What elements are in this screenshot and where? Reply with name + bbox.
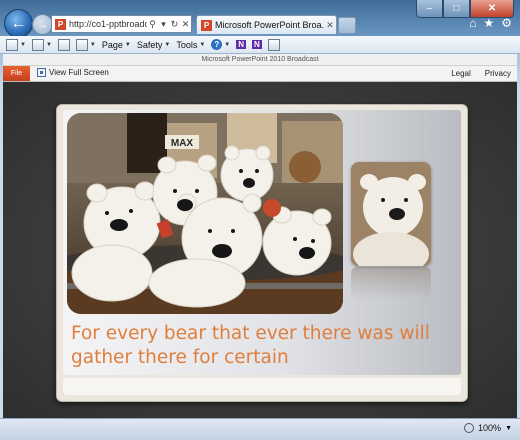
chevron-down-icon: ▼ xyxy=(124,41,131,48)
maximize-button[interactable]: □ xyxy=(443,0,470,18)
stop-icon[interactable]: ✕ xyxy=(180,19,191,30)
onenote-linked-icon: N xyxy=(252,40,262,49)
help-icon: ? xyxy=(211,39,223,50)
address-bar[interactable]: P http://co1-pptbroadca... ⚲ ▾ ↻ ✕ xyxy=(51,15,192,33)
powerpoint-favicon-icon: P xyxy=(201,19,212,31)
safety-menu[interactable]: Safety ▼ xyxy=(137,40,170,50)
research-button[interactable] xyxy=(267,38,280,51)
research-icon xyxy=(267,38,280,51)
mail-icon xyxy=(57,38,70,51)
page-menu[interactable]: Page ▼ xyxy=(102,40,131,50)
tab-powerpoint-broadcast[interactable]: P Microsoft PowerPoint Broa... ✕ xyxy=(196,15,337,34)
print-button[interactable]: ▼ xyxy=(75,38,96,51)
tab-title: Microsoft PowerPoint Broa... xyxy=(215,20,324,30)
home-page-button[interactable]: ▼ xyxy=(6,38,26,51)
slide-caption: For every bear that ever there was will … xyxy=(71,323,430,368)
back-button[interactable]: ← xyxy=(4,9,33,38)
page-menu-label: Page xyxy=(101,39,123,50)
zoom-control[interactable]: 100% ▼ xyxy=(464,423,512,433)
feeds-button[interactable]: ▼ xyxy=(31,38,52,51)
chevron-down-icon: ▼ xyxy=(224,41,231,48)
forward-arrow-icon: → xyxy=(37,18,48,31)
chevron-down-icon: ▼ xyxy=(199,41,206,48)
command-bar: ▼ ▼ ▼ Page ▼ Safety ▼ Tools ▼ ? ▼ N N xyxy=(0,36,520,54)
teddy-bear-thumbnail-illustration xyxy=(351,162,431,266)
max-sign-text: MAX xyxy=(171,138,194,149)
broadcast-toolbar: File View Full Screen Legal Privacy xyxy=(3,66,517,82)
back-arrow-icon: ← xyxy=(10,14,27,32)
chevron-down-icon: ▼ xyxy=(45,41,52,48)
new-tab-button[interactable] xyxy=(338,17,356,34)
teddy-bear-thumbnail xyxy=(351,162,431,266)
slide: MAX For every bear that ever there was w… xyxy=(63,110,461,375)
help-menu[interactable]: ? ▼ xyxy=(211,39,230,50)
chevron-down-icon: ▼ xyxy=(89,41,96,48)
printer-icon xyxy=(75,38,88,51)
full-screen-icon xyxy=(37,68,46,77)
forward-button[interactable]: → xyxy=(32,14,53,35)
tools-menu[interactable]: Tools ▼ xyxy=(176,40,205,50)
refresh-icon[interactable]: ↻ xyxy=(169,19,180,30)
legal-link[interactable]: Legal xyxy=(451,69,471,78)
file-button[interactable]: File xyxy=(3,66,30,81)
zoom-level: 100% xyxy=(478,423,502,433)
app-title: Microsoft PowerPoint 2010 Broadcast xyxy=(3,54,517,66)
thumbnail-reflection xyxy=(351,267,431,299)
minimize-button[interactable]: – xyxy=(416,0,443,18)
onenote-linked-button[interactable]: N xyxy=(252,40,262,49)
close-tab-icon[interactable]: ✕ xyxy=(324,20,336,31)
view-full-screen-label: View Full Screen xyxy=(49,68,109,77)
browser-toolbar-icons: ⌂ ★ ⚙ xyxy=(469,16,512,30)
search-icon[interactable]: ⚲ xyxy=(147,19,158,30)
home-page-icon xyxy=(6,38,18,51)
chevron-down-icon: ▼ xyxy=(505,424,512,432)
home-icon[interactable]: ⌂ xyxy=(469,16,476,30)
address-url[interactable]: http://co1-pptbroadca... xyxy=(69,19,147,29)
view-full-screen-button[interactable]: View Full Screen xyxy=(37,68,109,77)
privacy-link[interactable]: Privacy xyxy=(485,69,511,78)
dropdown-arrow-icon[interactable]: ▾ xyxy=(158,19,169,30)
teddy-bears-illustration: MAX xyxy=(67,113,343,314)
powerpoint-favicon-icon: P xyxy=(55,18,66,30)
slide-frame: MAX For every bear that ever there was w… xyxy=(56,104,468,402)
chevron-down-icon: ▼ xyxy=(164,41,171,48)
chevron-down-icon: ▼ xyxy=(20,41,26,48)
slide-frame-bottom xyxy=(63,378,461,395)
tools-gear-icon[interactable]: ⚙ xyxy=(501,16,512,30)
onenote-button[interactable]: N xyxy=(236,40,247,49)
teddy-bears-photo: MAX xyxy=(67,113,343,314)
onenote-icon: N xyxy=(236,40,247,49)
slide-stage: MAX For every bear that ever there was w… xyxy=(3,82,517,418)
rss-feed-icon xyxy=(31,38,44,51)
tools-menu-label: Tools xyxy=(176,39,198,50)
read-mail-button[interactable] xyxy=(57,38,70,51)
safety-menu-label: Safety xyxy=(136,39,163,50)
status-bar: 100% ▼ xyxy=(0,418,520,440)
zoom-icon xyxy=(464,423,475,433)
browser-window: – □ ✕ ← → P http://co1-pptbroadca... ⚲ ▾… xyxy=(0,0,520,440)
broadcast-page: Microsoft PowerPoint 2010 Broadcast File… xyxy=(3,54,517,418)
favorites-star-icon[interactable]: ★ xyxy=(483,16,494,30)
footer-links: Legal Privacy xyxy=(451,69,511,78)
